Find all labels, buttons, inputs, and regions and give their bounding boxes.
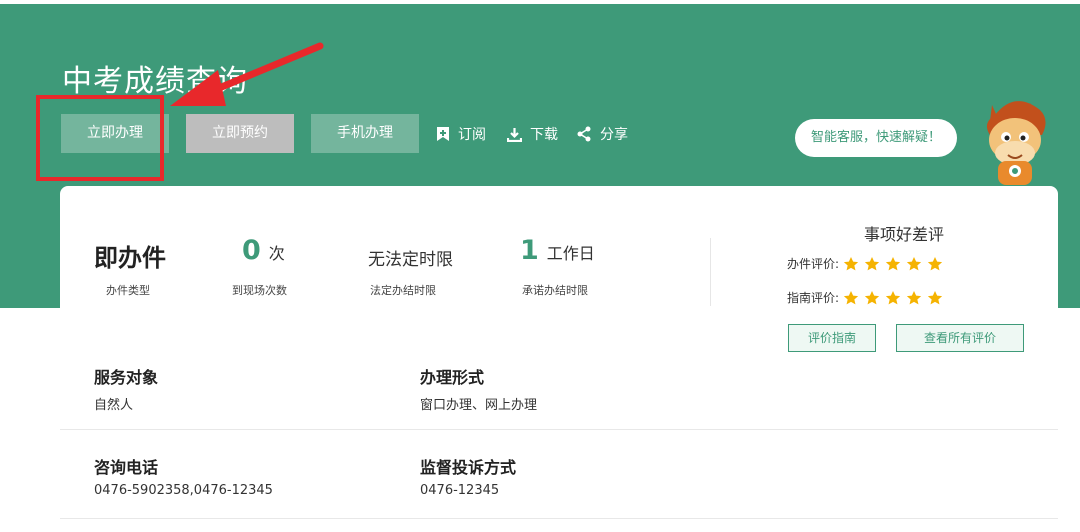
star-icon	[843, 290, 859, 304]
star-icon	[864, 256, 880, 270]
stat-promise-unit: 工作日	[546, 244, 595, 263]
row-divider	[60, 429, 1058, 430]
handling-form-value: 窗口办理、网上办理	[420, 398, 538, 413]
stat-type-value: 即办件	[94, 244, 166, 272]
rating-title: 事项好差评	[864, 225, 945, 244]
stat-type: 即办件	[94, 238, 166, 273]
stat-promise-value: 1	[520, 235, 539, 266]
reserve-now-button[interactable]: 立即预约	[186, 114, 294, 153]
guide-rating-label: 指南评价:	[787, 291, 840, 305]
share-action[interactable]: 分享	[576, 124, 628, 144]
callout-arrow-icon	[170, 42, 324, 106]
smart-service-bubble[interactable]: 智能客服，快速解疑！	[795, 119, 957, 157]
subscribe-label: 订阅	[458, 127, 486, 143]
stat-type-label: 办件类型	[106, 284, 150, 297]
star-icon	[906, 256, 922, 270]
callout-highlight-box	[36, 95, 164, 181]
star-icon	[927, 290, 943, 304]
star-icon	[885, 290, 901, 304]
download-label: 下载	[530, 127, 558, 143]
share-icon	[577, 126, 591, 142]
stats-divider	[710, 238, 711, 306]
service-target-value: 自然人	[94, 398, 134, 413]
handling-stars	[843, 256, 948, 272]
stat-visits-label: 到现场次数	[232, 284, 287, 297]
stat-visits: 0次	[242, 235, 285, 266]
mobile-handle-button[interactable]: 手机办理	[311, 114, 419, 153]
stat-visits-unit: 次	[268, 244, 285, 263]
guide-rating-row: 指南评价:	[787, 289, 948, 306]
star-icon	[906, 290, 922, 304]
stat-promise: 1 工作日	[520, 235, 595, 266]
service-target-label: 服务对象	[94, 368, 159, 387]
bookmark-plus-icon	[437, 127, 449, 141]
subscribe-action[interactable]: 订阅	[436, 124, 486, 144]
download-action[interactable]: 下载	[507, 124, 558, 144]
stat-legal-label: 法定办结时限	[370, 284, 436, 297]
guide-stars	[843, 290, 948, 306]
handling-rating-row: 办件评价:	[787, 255, 948, 272]
row-divider-bottom	[60, 518, 1058, 519]
stat-promise-label: 承诺办结时限	[522, 284, 588, 297]
consult-phone-value: 0476-5902358,0476-12345	[94, 483, 273, 498]
share-label: 分享	[600, 127, 628, 143]
horse-mascot-icon	[986, 101, 1046, 185]
star-icon	[843, 256, 859, 270]
top-strip	[0, 0, 1080, 4]
handling-form-label: 办理形式	[420, 368, 485, 387]
star-icon	[927, 256, 943, 270]
handling-rating-label: 办件评价:	[787, 257, 840, 271]
stat-legal-value: 无法定时限	[368, 250, 453, 270]
rate-guide-button[interactable]: 评价指南	[788, 324, 876, 352]
star-icon	[864, 290, 880, 304]
view-all-ratings-button[interactable]: 查看所有评价	[896, 324, 1024, 352]
star-icon	[885, 256, 901, 270]
download-icon	[507, 127, 522, 142]
consult-phone-label: 咨询电话	[94, 458, 159, 477]
complaint-label: 监督投诉方式	[420, 458, 517, 477]
complaint-value: 0476-12345	[420, 483, 500, 498]
stat-visits-value: 0	[242, 235, 261, 266]
